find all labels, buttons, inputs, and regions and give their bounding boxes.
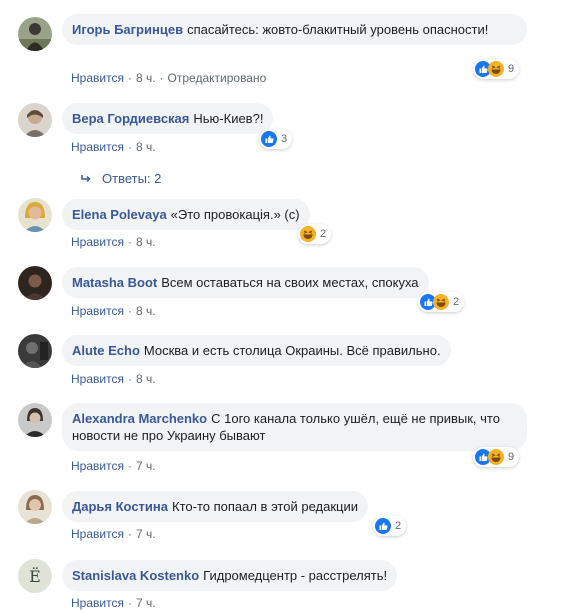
avatar[interactable]	[18, 198, 52, 232]
comment-bubble: Alute Echo Москва и есть столица Окраины.…	[62, 335, 451, 366]
timestamp[interactable]: 8 ч.	[136, 71, 156, 85]
comment-actions: Нравится · 8 ч.	[71, 140, 156, 154]
like-link[interactable]: Нравится	[71, 527, 124, 541]
comment-actions: Нравится · 7 ч.	[71, 459, 156, 473]
replies-count[interactable]: Ответы: 2	[102, 170, 161, 188]
comment-bubble: Игорь Багринцев спасайтесь: жовто-блакитн…	[62, 14, 527, 45]
comment-bubble: Дарья Костина Кто-то попаал в этой редакц…	[62, 491, 368, 522]
reactions-summary[interactable]: 2	[418, 292, 465, 312]
haha-icon	[300, 226, 316, 242]
haha-icon	[488, 61, 504, 77]
comment-actions: Нравится · 7 ч.	[71, 596, 156, 610]
haha-icon	[433, 294, 449, 310]
comment-author[interactable]: Alexandra Marchenko	[72, 411, 207, 426]
like-icon	[375, 518, 391, 534]
like-icon	[261, 131, 277, 147]
timestamp[interactable]: 8 ч.	[136, 235, 156, 249]
comment-author[interactable]: Alute Echo	[72, 343, 140, 358]
like-link[interactable]: Нравится	[71, 235, 124, 249]
reactions-summary[interactable]: 9	[473, 447, 520, 467]
reply-arrow-icon	[81, 175, 91, 183]
avatar[interactable]	[18, 490, 52, 524]
comment-author[interactable]: Matasha Boot	[72, 275, 157, 290]
timestamp[interactable]: 7 ч.	[136, 596, 156, 610]
like-link[interactable]: Нравится	[71, 459, 124, 473]
comment-bubble: Elena Polevaya «Это провокація.» (с)	[62, 199, 310, 230]
comment-bubble: Matasha Boot Всем оставаться на своих мес…	[62, 267, 429, 298]
edited-label[interactable]: Отредактировано	[168, 71, 267, 85]
avatar[interactable]	[18, 103, 52, 137]
comment-bubble: Alexandra Marchenko С 1ого канала только …	[62, 403, 527, 451]
reaction-count: 9	[508, 451, 515, 463]
comment-author[interactable]: Stanislava Kostenko	[72, 568, 199, 583]
comment-text: Нью-Киев?!	[193, 111, 264, 126]
comment-bubble: Вера Гордиевская Нью-Киев?!	[62, 103, 274, 134]
reactions-summary[interactable]: 2	[373, 516, 407, 536]
reaction-count: 3	[281, 133, 288, 145]
like-link[interactable]: Нравится	[71, 372, 124, 386]
comment-text: Всем оставаться на своих местах, спокуха	[161, 275, 419, 290]
comments-section: Игорь Багринцев спасайтесь: жовто-блакитн…	[0, 0, 566, 613]
comment-text: Москва и есть столица Окраины. Всё прави…	[143, 343, 441, 358]
like-link[interactable]: Нравится	[71, 596, 124, 610]
comment-actions: Нравится · 8 ч.	[71, 235, 156, 249]
comment-text: Гидромедцентр - расстрелять!	[203, 568, 388, 583]
haha-icon	[488, 449, 504, 465]
comment-actions: Нравится · 8 ч.	[71, 372, 156, 386]
reaction-count: 9	[508, 63, 515, 75]
comment-text: спасайтесь: жовто-блакитный уровень опас…	[187, 22, 489, 37]
comment-actions: Нравится · 8 ч.	[71, 304, 156, 318]
timestamp[interactable]: 7 ч.	[136, 459, 156, 473]
view-replies-link[interactable]: Ответы: 2	[80, 170, 161, 188]
comment-actions: Нравится · 7 ч.	[71, 527, 156, 541]
avatar[interactable]	[18, 403, 52, 437]
timestamp[interactable]: 8 ч.	[136, 372, 156, 386]
timestamp[interactable]: 8 ч.	[136, 304, 156, 318]
comment-text: «Это провокація.» (с)	[170, 207, 300, 222]
reaction-count: 2	[453, 296, 460, 308]
comment-author[interactable]: Elena Polevaya	[72, 207, 167, 222]
svg-text:Ё: Ё	[29, 566, 41, 586]
like-link[interactable]: Нравится	[71, 304, 124, 318]
reaction-count: 2	[320, 228, 327, 240]
reactions-summary[interactable]: 3	[259, 129, 293, 149]
like-link[interactable]: Нравится	[71, 140, 124, 154]
comment-author[interactable]: Вера Гордиевская	[72, 111, 189, 126]
comment-actions: Нравится · 8 ч. · Отредактировано	[71, 71, 267, 85]
reactions-summary[interactable]: 9	[473, 59, 520, 79]
comment-author[interactable]: Игорь Багринцев	[72, 22, 183, 37]
timestamp[interactable]: 8 ч.	[136, 140, 156, 154]
reactions-summary[interactable]: 2	[298, 224, 332, 244]
timestamp[interactable]: 7 ч.	[136, 527, 156, 541]
comment-author[interactable]: Дарья Костина	[72, 499, 168, 514]
reaction-count: 2	[395, 520, 402, 532]
avatar[interactable]: Ё	[18, 559, 52, 593]
avatar[interactable]	[18, 17, 52, 51]
comment-text: Кто-то попаал в этой редакции	[172, 499, 358, 514]
comment-bubble: Stanislava Kostenko Гидромедцентр - расст…	[62, 560, 398, 591]
avatar[interactable]	[18, 334, 52, 368]
avatar[interactable]	[18, 266, 52, 300]
like-link[interactable]: Нравится	[71, 71, 124, 85]
